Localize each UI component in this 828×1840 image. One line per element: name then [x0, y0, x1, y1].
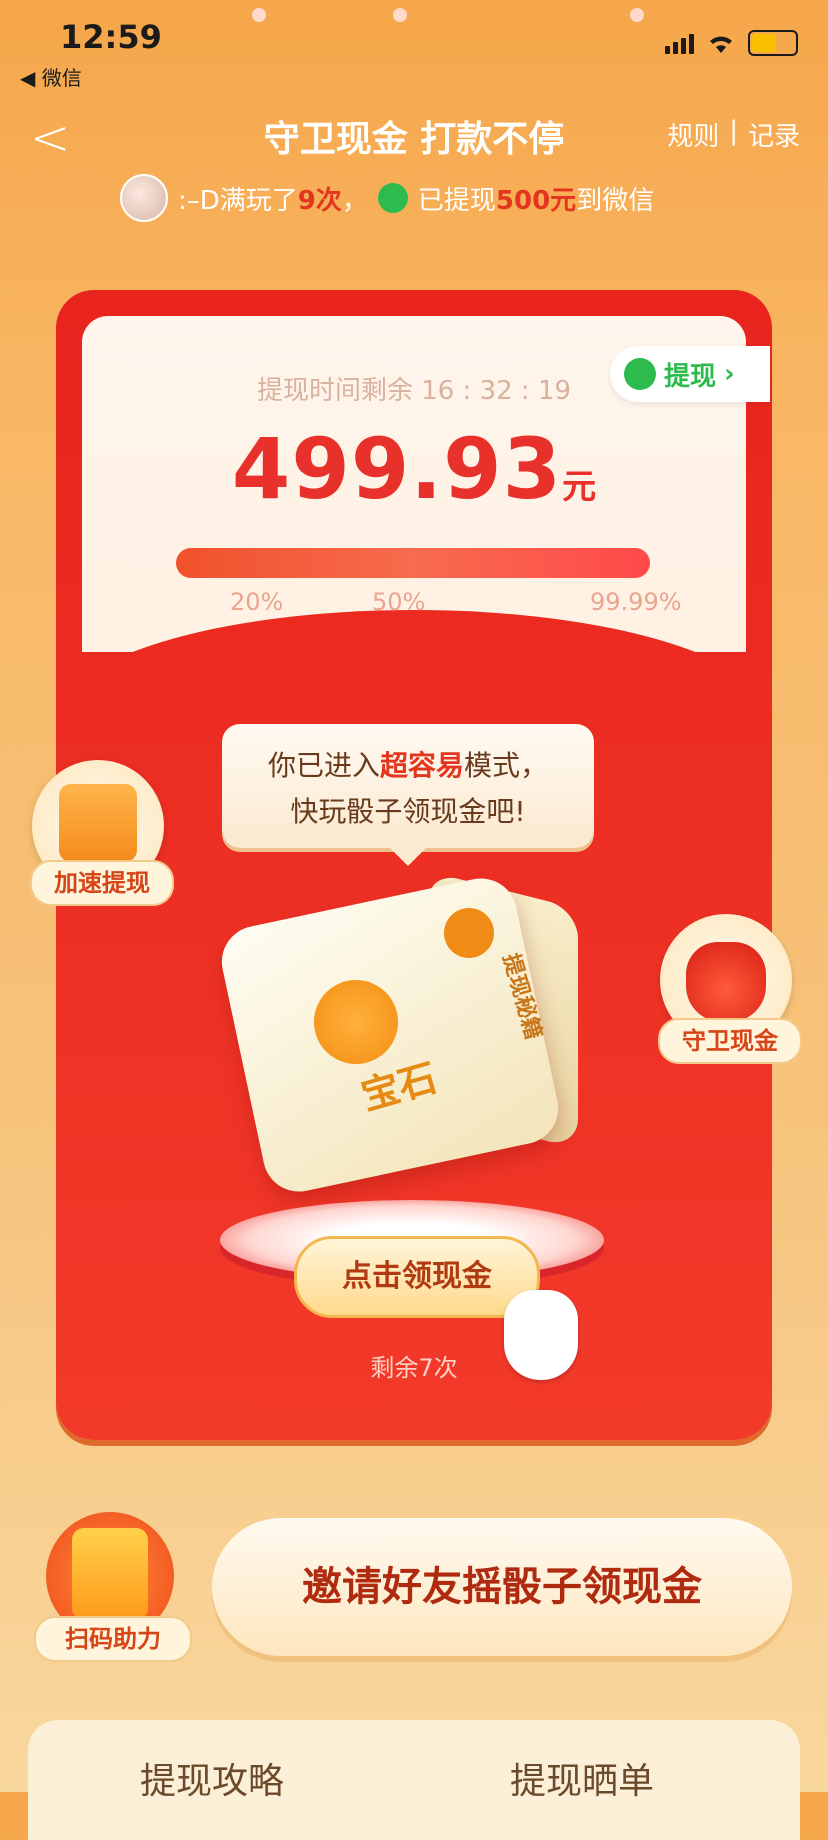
progress-tick: 50% [372, 588, 426, 616]
progress-dot [393, 8, 407, 22]
progress-dot [252, 8, 266, 22]
qr-code-icon [72, 1528, 148, 1620]
amount-value: 499.93 [231, 420, 563, 518]
ticker-amount: 500元 [495, 185, 577, 216]
amount-unit: 元 [562, 467, 597, 507]
cash-amount: 499.93元 [82, 420, 746, 518]
tip-highlight: 超容易 [379, 749, 464, 782]
withdraw-button[interactable]: 提现 › [610, 346, 770, 402]
status-bar: 12:59 ◀ 微信 [0, 0, 828, 100]
back-to-app-link[interactable]: ◀ 微信 [20, 62, 82, 91]
wifi-icon [710, 36, 732, 53]
money-bag-icon [686, 942, 766, 1022]
battery-icon [748, 30, 798, 56]
progress-bar [176, 548, 650, 578]
withdraw-label: 提现 [664, 361, 717, 392]
records-link[interactable]: 记录 [748, 116, 800, 153]
ticker-prefix: :–D满玩了 [178, 185, 298, 216]
red-envelope-icon [59, 784, 137, 862]
tip-prefix: 你已进入 [267, 749, 380, 782]
wechat-icon [377, 183, 408, 213]
ticker-action: 已提现 [417, 185, 496, 216]
chevron-right-icon: › [724, 359, 735, 389]
gem-icon [314, 980, 398, 1064]
header-divider: | [729, 116, 738, 146]
tip-line2: 快玩骰子领现金吧! [290, 795, 526, 828]
tip-suffix: 模式， [464, 749, 549, 782]
progress-tick: 99.99% [590, 588, 682, 616]
system-icons [665, 30, 798, 56]
progress-dot [630, 8, 644, 22]
claim-cash-button[interactable]: 点击领现金 [294, 1236, 540, 1318]
ticker-count: 9次 [297, 185, 342, 216]
mode-tip-bubble: 你已进入超容易模式， 快玩骰子领现金吧! [222, 724, 594, 866]
remaining-count: 剩余7次 [370, 1354, 458, 1382]
guard-cash-label[interactable]: 守卫现金 [658, 1018, 802, 1064]
progress-tick: 20% [230, 588, 284, 616]
speed-withdraw-label[interactable]: 加速提现 [30, 860, 174, 906]
scan-help-label[interactable]: 扫码助力 [34, 1616, 192, 1662]
ticker-suffix: 到微信 [576, 185, 655, 216]
tab-withdraw-guide[interactable]: 提现攻略 [140, 1752, 284, 1804]
header-links: 规则 | 记录 [667, 116, 800, 153]
status-time: 12:59 [60, 18, 162, 56]
wechat-icon [624, 358, 656, 390]
invite-friends-button[interactable]: 邀请好友摇骰子领现金 [212, 1518, 792, 1656]
tab-withdraw-showcase[interactable]: 提现晒单 [510, 1752, 654, 1804]
avatar [120, 174, 168, 222]
coin-icon [444, 908, 494, 958]
signal-icon [665, 32, 694, 54]
ticker-sep: ， [341, 185, 368, 216]
rules-link[interactable]: 规则 [667, 116, 719, 153]
activity-ticker: :–D满玩了9次， 已提现500元到微信 [120, 174, 655, 222]
